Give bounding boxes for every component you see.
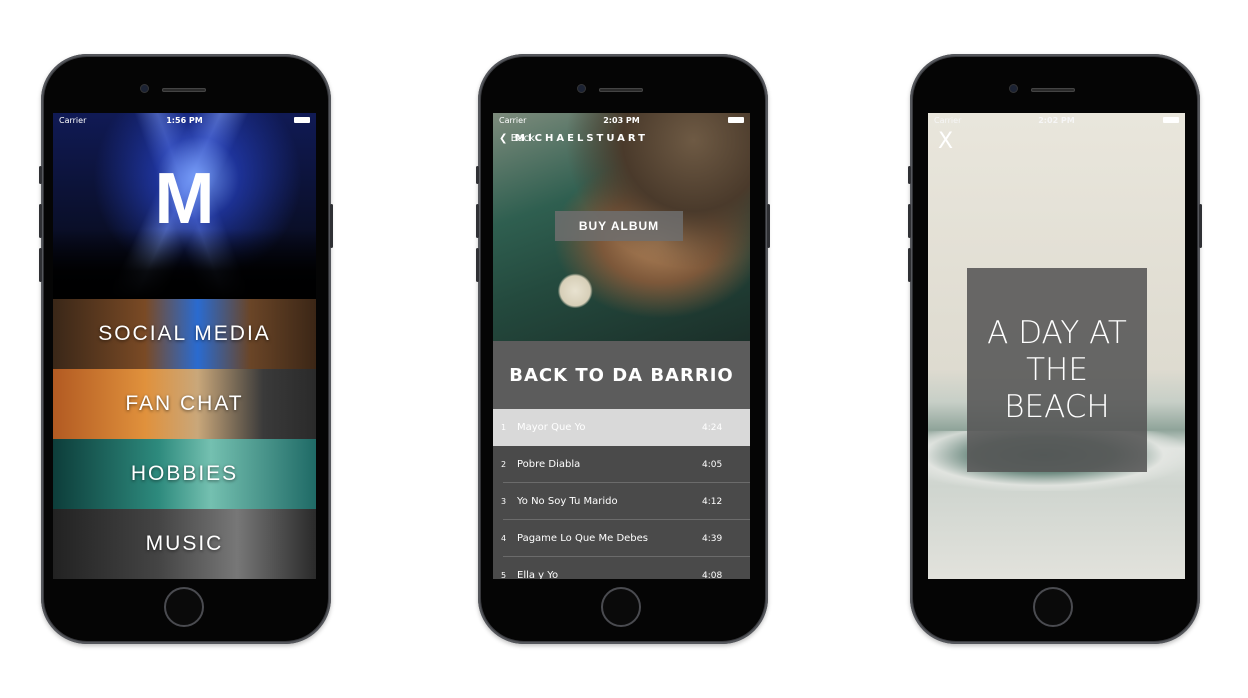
story-title-box: A DAY AT THE BEACH <box>967 268 1147 472</box>
battery-icon <box>1163 117 1179 123</box>
mute-switch <box>39 166 42 184</box>
menu-item-label: SOCIAL MEDIA <box>98 322 271 345</box>
cover-brand-text: MICHAELSTUART <box>515 133 648 144</box>
track-row[interactable]: 5 Ella y Yo 4:08 <box>493 557 750 579</box>
track-row[interactable]: 4 Pagame Lo Que Me Debes 4:39 <box>493 520 750 557</box>
phone-menu: Carrier 1:56 PM M SOCIAL MEDIA FAN CHAT … <box>39 54 333 644</box>
status-time: 2:03 PM <box>603 115 640 125</box>
screen-menu: Carrier 1:56 PM M SOCIAL MEDIA FAN CHAT … <box>53 113 316 579</box>
track-duration: 4:12 <box>702 496 723 507</box>
menu-item-label: HOBBIES <box>130 462 239 485</box>
status-bar: Carrier 2:03 PM <box>493 113 750 127</box>
album-cover-image: ❮ Back MICHAELSTUART BUY ALBUM <box>493 113 750 341</box>
volume-up-button <box>908 204 911 238</box>
crowd-silhouette <box>53 229 316 299</box>
power-button <box>767 204 770 248</box>
volume-down-button <box>39 248 42 282</box>
hero-concert-image: M <box>53 113 316 299</box>
mute-switch <box>476 166 479 184</box>
phone-story: Carrier 2:02 PM X A DAY AT THE BEACH <box>908 54 1202 644</box>
track-name: Pagame Lo Que Me Debes <box>517 533 649 544</box>
status-bar: Carrier 1:56 PM <box>53 113 316 127</box>
mute-switch <box>908 166 911 184</box>
carrier-label: Carrier <box>934 115 962 125</box>
volume-down-button <box>476 248 479 282</box>
power-button <box>1199 204 1202 248</box>
battery-icon <box>294 117 310 123</box>
menu-item-music[interactable]: MUSIC <box>53 509 316 579</box>
track-number: 2 <box>501 460 507 469</box>
menu-item-fan-chat[interactable]: FAN CHAT <box>53 369 316 439</box>
menu-item-label: MUSIC <box>145 532 224 555</box>
camera-icon <box>140 84 149 93</box>
home-button[interactable] <box>1033 587 1073 627</box>
home-button[interactable] <box>164 587 204 627</box>
menu-item-social-media[interactable]: SOCIAL MEDIA <box>53 299 316 369</box>
chevron-left-icon: ❮ <box>499 133 508 144</box>
track-row[interactable]: 2 Pobre Diabla 4:05 <box>493 446 750 483</box>
track-list: 1 Mayor Que Yo 4:24 2 Pobre Diabla 4:05 … <box>493 409 750 579</box>
track-duration: 4:24 <box>702 422 723 433</box>
track-duration: 4:08 <box>702 570 723 580</box>
home-button[interactable] <box>601 587 641 627</box>
story-title: A DAY AT THE BEACH <box>987 314 1127 425</box>
track-name: Mayor Que Yo <box>517 422 586 433</box>
volume-down-button <box>908 248 911 282</box>
track-duration: 4:39 <box>702 533 723 544</box>
menu-item-hobbies[interactable]: HOBBIES <box>53 439 316 509</box>
volume-up-button <box>39 204 42 238</box>
close-icon[interactable]: X <box>938 131 953 153</box>
camera-icon <box>1009 84 1018 93</box>
track-number: 3 <box>501 497 507 506</box>
speaker-grill <box>599 88 643 92</box>
battery-icon <box>728 117 744 123</box>
track-row[interactable]: 3 Yo No Soy Tu Marido 4:12 <box>493 483 750 520</box>
status-time: 1:56 PM <box>166 115 203 125</box>
buy-album-button[interactable]: BUY ALBUM <box>555 211 683 241</box>
track-row[interactable]: 1 Mayor Que Yo 4:24 <box>493 409 750 446</box>
carrier-label: Carrier <box>59 115 87 125</box>
status-time: 2:02 PM <box>1038 115 1075 125</box>
camera-icon <box>577 84 586 93</box>
menu-item-label: FAN CHAT <box>125 392 244 415</box>
screen-story: Carrier 2:02 PM X A DAY AT THE BEACH <box>928 113 1185 579</box>
phone-album: Carrier 2:03 PM ❮ Back MICHAELSTUART BUY… <box>476 54 770 644</box>
screen-album: Carrier 2:03 PM ❮ Back MICHAELSTUART BUY… <box>493 113 750 579</box>
track-name: Pobre Diabla <box>517 459 581 470</box>
status-bar: Carrier 2:02 PM <box>928 113 1185 127</box>
album-title: BACK TO DA BARRIO <box>493 341 750 409</box>
track-number: 5 <box>501 571 507 579</box>
track-number: 1 <box>501 423 507 432</box>
track-number: 4 <box>501 534 507 543</box>
carrier-label: Carrier <box>499 115 527 125</box>
speaker-grill <box>162 88 206 92</box>
power-button <box>330 204 333 248</box>
volume-up-button <box>476 204 479 238</box>
app-logo: M <box>154 159 215 239</box>
speaker-grill <box>1031 88 1075 92</box>
track-name: Ella y Yo <box>517 570 559 579</box>
track-duration: 4:05 <box>702 459 723 470</box>
track-name: Yo No Soy Tu Marido <box>517 496 618 507</box>
